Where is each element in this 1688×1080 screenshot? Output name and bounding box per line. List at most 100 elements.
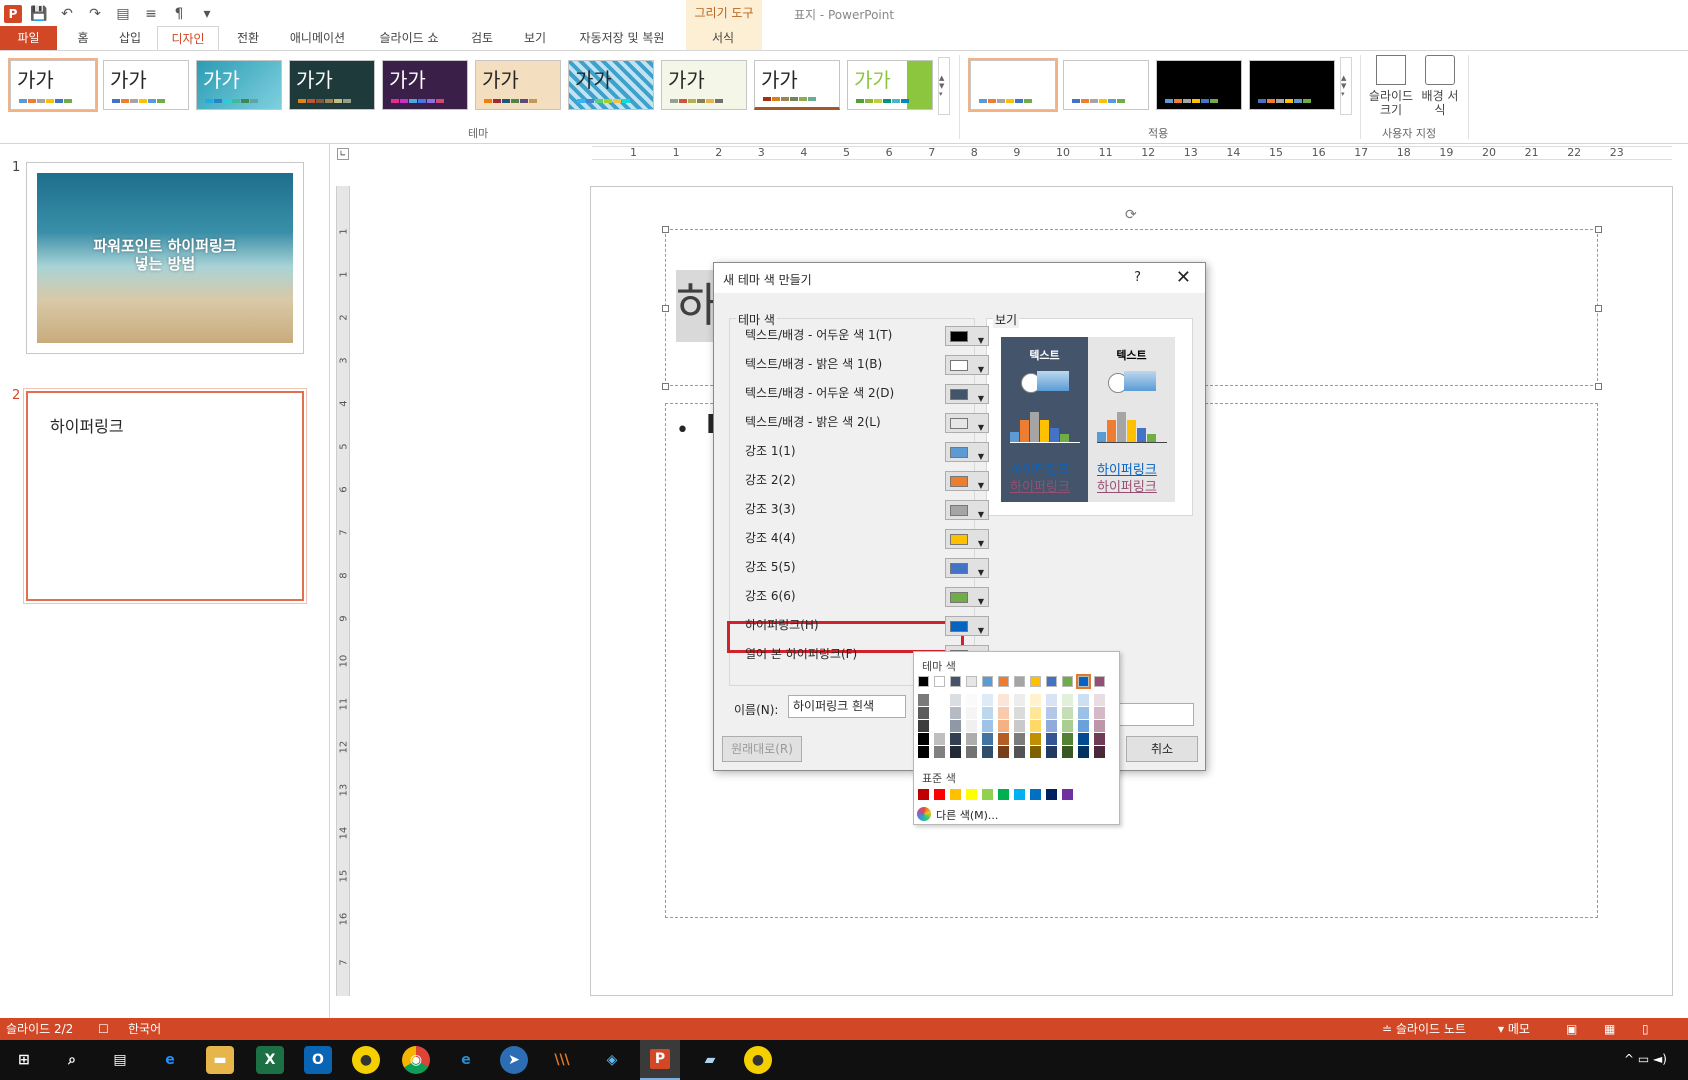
- color-swatch[interactable]: [1030, 694, 1041, 706]
- slide-size-button[interactable]: 슬라이드 크기: [1366, 55, 1416, 117]
- color-swatch[interactable]: [1030, 746, 1041, 758]
- tab-design[interactable]: 디자인: [157, 26, 219, 51]
- color-swatch[interactable]: [1030, 720, 1041, 732]
- color-swatch[interactable]: [918, 707, 929, 719]
- excel-icon[interactable]: X: [256, 1046, 284, 1074]
- color-swatch[interactable]: [1062, 733, 1073, 745]
- color-swatch[interactable]: [998, 733, 1009, 745]
- color-swatch[interactable]: [1078, 733, 1089, 745]
- color-dropdown-button[interactable]: ▼: [945, 587, 989, 607]
- kakaotalk-icon[interactable]: ●: [352, 1046, 380, 1074]
- color-swatch[interactable]: [950, 694, 961, 706]
- color-swatch[interactable]: [1078, 707, 1089, 719]
- name-input-right-part[interactable]: [1114, 703, 1194, 726]
- color-swatch[interactable]: [1094, 746, 1105, 758]
- more-colors-item[interactable]: 다른 색(M)...: [936, 807, 998, 823]
- winamp-icon[interactable]: \\\: [548, 1046, 576, 1074]
- color-swatch[interactable]: [934, 733, 945, 745]
- start-icon[interactable]: ⊞: [10, 1046, 38, 1074]
- color-swatch[interactable]: [1046, 676, 1057, 687]
- color-swatch[interactable]: [950, 733, 961, 745]
- color-dropdown-button[interactable]: ▼: [945, 384, 989, 404]
- close-button[interactable]: ✕: [1176, 267, 1191, 288]
- tab-view[interactable]: 보기: [515, 26, 555, 50]
- color-swatch[interactable]: [982, 694, 993, 706]
- tab-stop-selector[interactable]: ∟: [337, 148, 349, 160]
- variant-2[interactable]: [1063, 60, 1149, 110]
- color-swatch[interactable]: [982, 720, 993, 732]
- standard-color-swatch[interactable]: [934, 789, 945, 800]
- tab-file[interactable]: 파일: [0, 26, 57, 50]
- color-swatch[interactable]: [1014, 733, 1025, 745]
- slide-sorter-icon[interactable]: ▦: [1604, 1018, 1615, 1040]
- color-swatch[interactable]: [934, 720, 945, 732]
- color-swatch[interactable]: [1078, 694, 1089, 706]
- notes-button[interactable]: ≐ 슬라이드 노트: [1382, 1018, 1466, 1040]
- color-swatch[interactable]: [1062, 707, 1073, 719]
- resize-handle[interactable]: [1595, 383, 1602, 390]
- color-swatch[interactable]: [1062, 694, 1073, 706]
- powerpoint-icon[interactable]: P: [640, 1040, 680, 1080]
- theme-5[interactable]: 가가: [382, 60, 468, 110]
- tab-slideshow[interactable]: 슬라이드 쇼: [372, 26, 446, 50]
- color-dropdown-button[interactable]: ▼: [945, 471, 989, 491]
- color-swatch[interactable]: [966, 676, 977, 687]
- standard-color-swatch[interactable]: [1062, 789, 1073, 800]
- color-swatch[interactable]: [1078, 746, 1089, 758]
- kakaotalk2-icon[interactable]: ●: [744, 1046, 772, 1074]
- color-swatch[interactable]: [1046, 694, 1057, 706]
- color-swatch[interactable]: [998, 720, 1009, 732]
- color-swatch[interactable]: [1030, 707, 1041, 719]
- color-swatch[interactable]: [1094, 720, 1105, 732]
- task-view-icon[interactable]: ▤: [106, 1046, 134, 1074]
- comments-button[interactable]: ▾ 메모: [1498, 1018, 1530, 1040]
- slide-thumbnail-1[interactable]: 파워포인트 하이퍼링크 넣는 방법: [26, 162, 304, 354]
- color-swatch[interactable]: [950, 676, 961, 687]
- standard-color-swatch[interactable]: [1014, 789, 1025, 800]
- color-dropdown-button[interactable]: ▼: [945, 413, 989, 433]
- color-swatch[interactable]: [1014, 694, 1025, 706]
- standard-color-swatch[interactable]: [998, 789, 1009, 800]
- color-swatch[interactable]: [966, 694, 977, 706]
- file-explorer-icon[interactable]: ▬: [206, 1046, 234, 1074]
- tab-insert[interactable]: 삽입: [110, 26, 150, 50]
- color-swatch[interactable]: [1062, 676, 1073, 687]
- format-background-button[interactable]: 배경 서식: [1418, 55, 1462, 117]
- color-swatch[interactable]: [1062, 720, 1073, 732]
- name-input[interactable]: 하이퍼링크 흰색: [788, 695, 906, 718]
- standard-color-swatch[interactable]: [966, 789, 977, 800]
- theme-3[interactable]: 가가: [196, 60, 282, 110]
- color-swatch[interactable]: [1030, 733, 1041, 745]
- theme-7[interactable]: 가가: [568, 60, 654, 110]
- color-swatch[interactable]: [1046, 707, 1057, 719]
- ie-icon[interactable]: e: [452, 1046, 480, 1074]
- color-swatch[interactable]: [1046, 733, 1057, 745]
- spellcheck-icon[interactable]: ☐: [98, 1018, 109, 1040]
- outlook-icon[interactable]: O: [304, 1046, 332, 1074]
- color-swatch[interactable]: [998, 694, 1009, 706]
- color-swatch[interactable]: [918, 694, 929, 706]
- note-icon[interactable]: ▰: [696, 1046, 724, 1074]
- resize-handle[interactable]: [662, 305, 669, 312]
- color-swatch[interactable]: [982, 676, 993, 687]
- theme-9[interactable]: 가가: [754, 60, 840, 110]
- theme-2[interactable]: 가가: [103, 60, 189, 110]
- color-swatch[interactable]: [982, 733, 993, 745]
- color-swatch[interactable]: [982, 707, 993, 719]
- language-indicator[interactable]: 한국어: [128, 1018, 161, 1040]
- color-swatch[interactable]: [982, 746, 993, 758]
- color-swatch[interactable]: [1046, 720, 1057, 732]
- standard-color-swatch[interactable]: [1046, 789, 1057, 800]
- color-swatch[interactable]: [918, 733, 929, 745]
- standard-color-swatch[interactable]: [1030, 789, 1041, 800]
- color-swatch[interactable]: [966, 707, 977, 719]
- app-icon[interactable]: ➤: [500, 1046, 528, 1074]
- color-dropdown-button[interactable]: ▼: [945, 500, 989, 520]
- color-dropdown-button[interactable]: ▼: [945, 558, 989, 578]
- color-swatch[interactable]: [918, 746, 929, 758]
- rotate-handle-icon[interactable]: ⟳: [1125, 207, 1137, 223]
- color-swatch[interactable]: [1014, 676, 1025, 687]
- color-swatch[interactable]: [966, 720, 977, 732]
- theme-office[interactable]: 가가: [8, 58, 98, 112]
- variants-gallery-scroll[interactable]: ▲ ▼ ▾: [1340, 57, 1352, 115]
